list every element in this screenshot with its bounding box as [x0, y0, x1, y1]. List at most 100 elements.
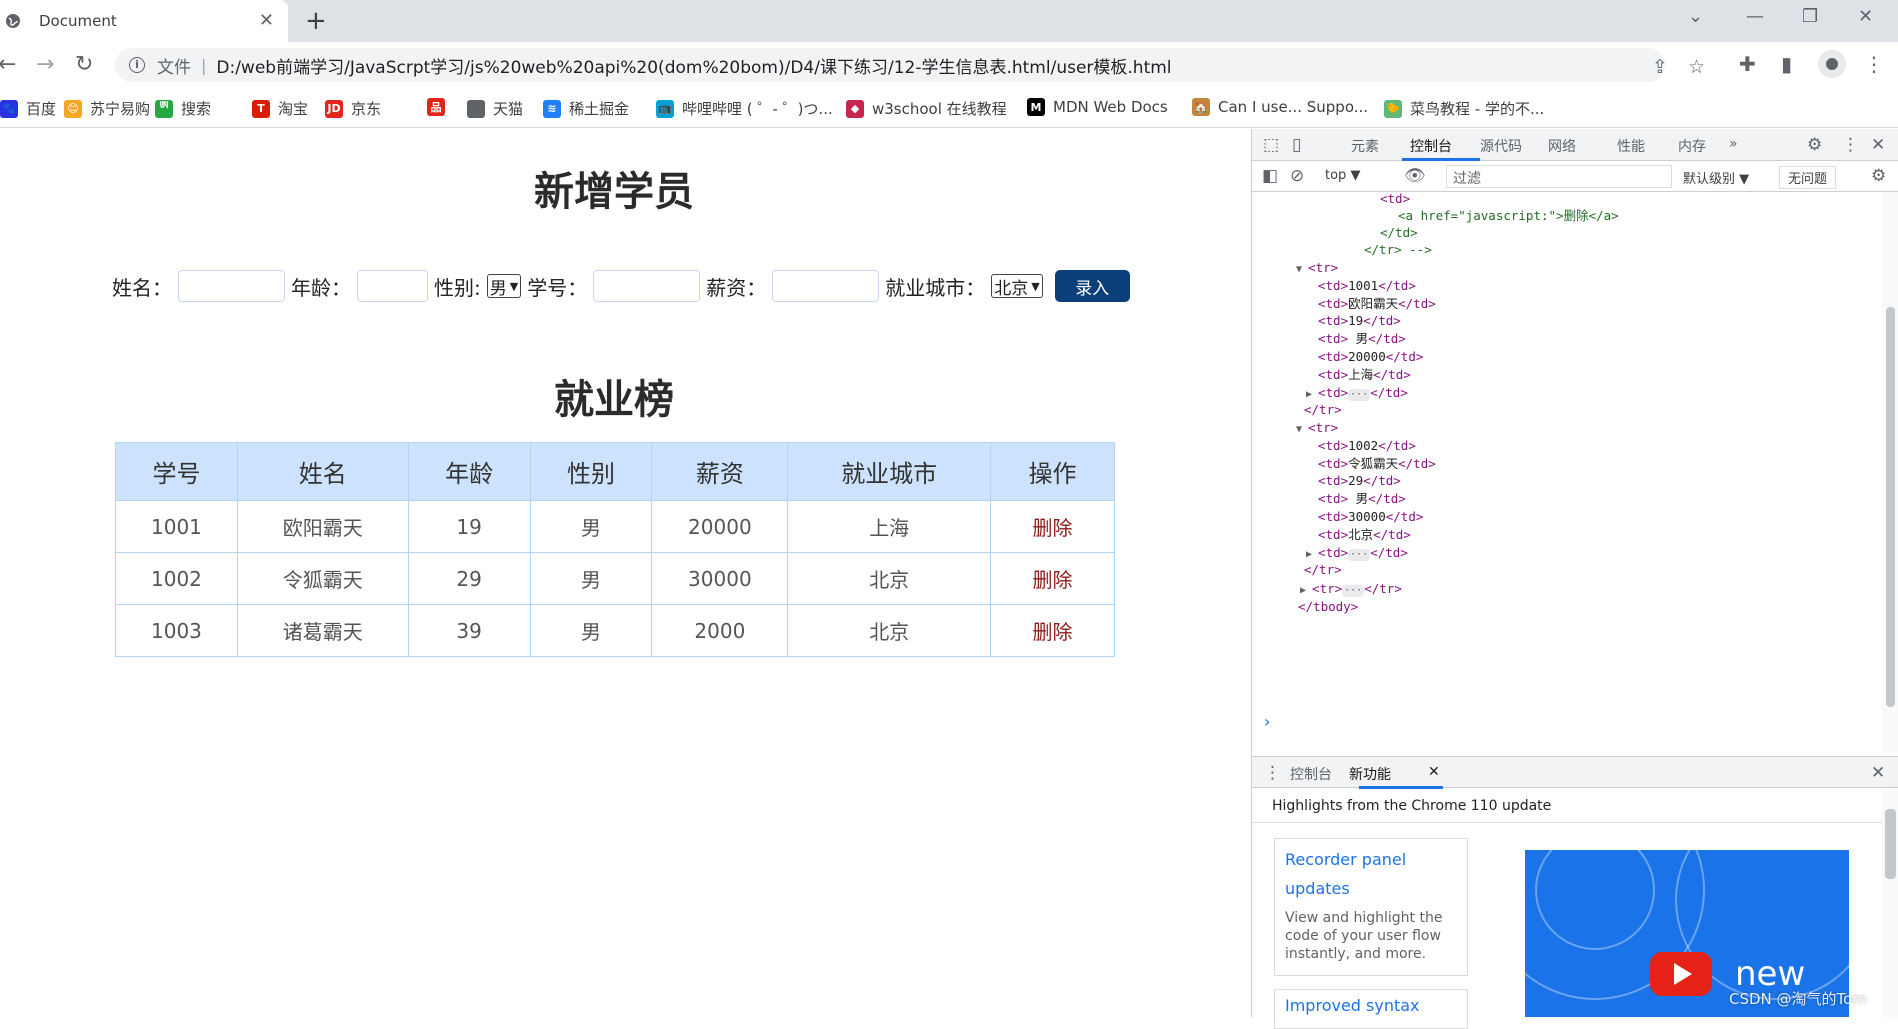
search-bookmark-icon: ཨ	[155, 99, 173, 118]
drawer-tab-whats-new[interactable]: 新功能	[1349, 764, 1391, 784]
code-td-open: <td>	[1318, 509, 1349, 524]
feature-card[interactable]: Recorder panel updates View and highligh…	[1274, 838, 1468, 976]
console-filter-input[interactable]: 过滤	[1446, 165, 1672, 188]
table-cell: 20000	[651, 500, 789, 553]
student-id-input[interactable]	[593, 270, 701, 302]
expand-triangle-icon[interactable]: ▶	[1306, 389, 1318, 400]
close-devtools-icon[interactable]: ✕	[1871, 135, 1885, 155]
bookmark-item[interactable]: 🐤 菜鸟教程 - 学的不...	[1384, 98, 1544, 119]
code-td-open: <td>	[1318, 366, 1349, 382]
bilibili-icon: 📺	[656, 99, 674, 118]
share-icon[interactable]: ⇪	[1652, 56, 1668, 78]
chevron-down-icon: ▼	[509, 279, 519, 293]
tab-elements[interactable]: 元素	[1351, 136, 1379, 156]
tab-performance[interactable]: 性能	[1617, 136, 1645, 156]
back-icon[interactable]: ←	[0, 52, 16, 77]
ellipsis-icon[interactable]: ···	[1348, 548, 1371, 561]
more-tabs-icon[interactable]: »	[1729, 136, 1738, 152]
delete-link[interactable]: 删除	[990, 604, 1115, 657]
collapse-triangle-icon[interactable]: ▼	[1296, 424, 1308, 435]
bookmark-item[interactable]: ཨ 搜索	[155, 98, 211, 119]
issues-button[interactable]: 无问题	[1779, 166, 1837, 189]
bookmark-label: w3school 在线教程	[872, 100, 1007, 118]
url-text[interactable]: D:/web前端学习/JavaScrpt学习/js%20web%20api%20…	[216, 53, 1171, 78]
sidebar-toggle-icon[interactable]: ◧	[1262, 166, 1278, 186]
name-input[interactable]	[178, 270, 285, 302]
scrollbar-thumb[interactable]	[1886, 307, 1895, 707]
code-line[interactable]: ▶ <tr> ··· </tr>	[1300, 579, 1402, 599]
close-drawer-icon[interactable]: ✕	[1871, 763, 1885, 783]
bookmark-item[interactable]: T 淘宝	[252, 98, 308, 119]
new-tab-icon[interactable]: +	[305, 6, 327, 36]
inspect-element-icon[interactable]: ⬚	[1263, 135, 1279, 155]
context-selector[interactable]: top ▼	[1325, 168, 1360, 183]
drawer-scrollbar[interactable]	[1882, 789, 1898, 1017]
close-drawer-tab-icon[interactable]: ✕	[1428, 764, 1440, 780]
code-td-close: </td>	[1398, 295, 1436, 311]
bookmark-item[interactable]: ◆ w3school 在线教程	[846, 98, 1007, 119]
bookmark-item[interactable]: JD 京东	[325, 98, 381, 119]
expand-triangle-icon[interactable]: ▶	[1306, 549, 1318, 560]
eye-icon[interactable]: 👁	[1404, 166, 1426, 186]
submit-button[interactable]: 录入	[1054, 270, 1130, 302]
expand-triangle-icon[interactable]: ▶	[1300, 585, 1312, 596]
feature-card[interactable]: Improved syntax	[1274, 989, 1468, 1029]
delete-link[interactable]: 删除	[990, 552, 1115, 605]
tab-console[interactable]: 控制台	[1410, 136, 1452, 156]
bookmark-item[interactable]: M MDN Web Docs	[1027, 98, 1168, 116]
drawer-tab-console[interactable]: 控制台	[1290, 764, 1332, 784]
device-toolbar-icon[interactable]: ▯	[1292, 135, 1301, 155]
bookmark-item[interactable]: 天猫	[467, 98, 523, 119]
side-panel-icon[interactable]: ▮	[1781, 52, 1792, 76]
devtools-menu-icon[interactable]: ⋮	[1842, 135, 1859, 155]
close-window-icon[interactable]: ✕	[1858, 6, 1873, 27]
restore-icon[interactable]: ❐	[1802, 6, 1818, 27]
address-bar[interactable]: i 文件 | D:/web前端学习/JavaScrpt学习/js%20web%2…	[115, 48, 1705, 82]
tab-search-icon[interactable]: ⌄	[1688, 6, 1703, 27]
gender-select[interactable]: 男 ▼	[486, 274, 522, 299]
feature-card-title[interactable]: Improved syntax	[1285, 996, 1457, 1015]
scrollbar-thumb[interactable]	[1885, 809, 1896, 879]
clear-console-icon[interactable]: ⊘	[1290, 166, 1304, 186]
tab-close-icon[interactable]: ✕	[259, 10, 274, 31]
settings-gear-icon[interactable]: ⚙	[1807, 135, 1822, 155]
info-icon[interactable]: i	[129, 57, 145, 73]
minimize-icon[interactable]: —	[1746, 6, 1764, 27]
feature-card-title[interactable]: Recorder panel updates	[1285, 845, 1457, 903]
age-input[interactable]	[357, 270, 428, 302]
log-level-value: 默认级别	[1683, 172, 1736, 187]
tab-strip: Document ✕ + ⌄ — ❐ ✕	[0, 0, 1898, 42]
tab-network[interactable]: 网络	[1548, 136, 1576, 156]
drawer-menu-icon[interactable]: ⋮	[1264, 763, 1281, 783]
bookmark-item[interactable]: 🏠 Can I use... Suppo...	[1192, 98, 1368, 116]
bookmark-label: MDN Web Docs	[1053, 98, 1168, 116]
ellipsis-icon[interactable]: ···	[1342, 585, 1365, 597]
extensions-icon[interactable]: ✚	[1739, 52, 1756, 76]
console-settings-icon[interactable]: ⚙	[1871, 166, 1886, 186]
log-level-selector[interactable]: 默认级别 ▼	[1683, 168, 1749, 187]
bookmark-item[interactable]: ≋ 稀土掘金	[543, 98, 629, 119]
bookmark-label: 稀土掘金	[569, 100, 630, 118]
code-td-close: </td>	[1385, 509, 1424, 524]
forward-icon[interactable]: →	[36, 52, 54, 77]
bookmark-label: 百度	[26, 100, 57, 118]
ellipsis-icon[interactable]: ···	[1348, 388, 1371, 401]
city-select[interactable]: 北京 ▼	[991, 274, 1043, 299]
salary-input[interactable]	[772, 270, 880, 302]
collapse-triangle-icon[interactable]: ▼	[1296, 264, 1308, 275]
tab-memory[interactable]: 内存	[1678, 136, 1706, 156]
bookmark-item[interactable]: 品	[427, 98, 453, 116]
browser-tab[interactable]: Document ✕	[0, 0, 288, 42]
console-scrollbar[interactable]	[1882, 192, 1898, 752]
profile-avatar[interactable]	[1818, 50, 1846, 78]
tab-sources[interactable]: 源代码	[1480, 136, 1522, 156]
bookmark-item[interactable]: 🐾 百度	[0, 98, 56, 119]
bookmark-item[interactable]: 📺 哔哩哔哩 ( ゜- ゜)つ...	[656, 98, 833, 119]
menu-icon[interactable]: ⋮	[1864, 52, 1884, 76]
console-prompt-icon[interactable]: ›	[1264, 712, 1270, 731]
bookmark-star-icon[interactable]: ☆	[1688, 56, 1705, 78]
reload-icon[interactable]: ↻	[75, 52, 93, 77]
bookmark-item[interactable]: 😊 苏宁易购	[64, 98, 150, 119]
youtube-play-icon[interactable]	[1650, 952, 1712, 996]
delete-link[interactable]: 删除	[990, 500, 1115, 553]
